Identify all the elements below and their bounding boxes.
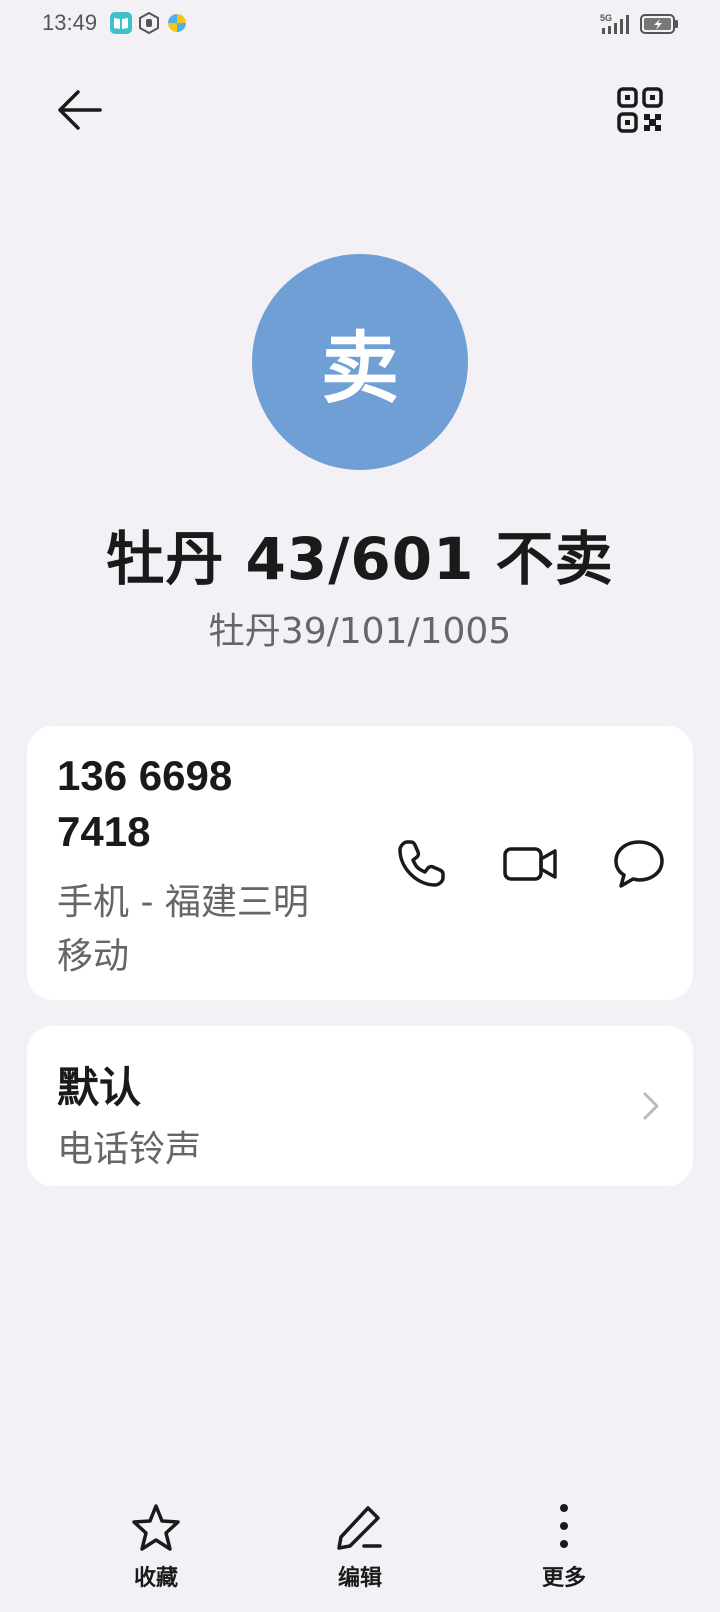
signal-icon: 5G bbox=[600, 12, 634, 40]
network-type: 5G bbox=[600, 13, 612, 23]
favorite-label: 收藏 bbox=[133, 1566, 178, 1591]
phone-number-line2: 7418 bbox=[57, 808, 151, 855]
avatar[interactable]: 卖 bbox=[252, 254, 468, 470]
hand-stop-icon bbox=[138, 12, 160, 34]
back-button[interactable] bbox=[52, 82, 108, 138]
contact-subtitle: 牡丹39/101/1005 bbox=[208, 611, 512, 652]
video-call-button[interactable] bbox=[501, 834, 561, 894]
status-system-icons: 5G bbox=[600, 12, 680, 40]
arrow-left-icon bbox=[58, 90, 102, 130]
phone-type-label: 手机 - 福建三明 移动 bbox=[57, 876, 367, 984]
ringtone-value: 默认 bbox=[57, 1063, 142, 1112]
more-button[interactable]: 更多 bbox=[504, 1500, 624, 1592]
pencil-icon bbox=[337, 1506, 382, 1550]
status-notification-icons bbox=[110, 12, 188, 34]
phone-number[interactable]: 136 6698 7418 bbox=[57, 748, 357, 860]
phone-number-line1: 136 6698 bbox=[57, 752, 233, 799]
more-label: 更多 bbox=[541, 1566, 586, 1591]
message-icon bbox=[614, 840, 664, 888]
phone-number-card[interactable]: 136 6698 7418 手机 - 福建三明 移动 bbox=[27, 726, 693, 1000]
ringtone-card[interactable]: 默认 电话铃声 bbox=[27, 1026, 693, 1186]
phone-icon bbox=[398, 840, 445, 887]
edit-label: 编辑 bbox=[337, 1566, 382, 1591]
chevron-right-icon bbox=[643, 1092, 659, 1120]
book-app-icon bbox=[110, 12, 132, 34]
favorite-button[interactable]: 收藏 bbox=[96, 1500, 216, 1592]
status-bar: 13:49 5G bbox=[0, 0, 720, 48]
contact-name: 牡丹 43/601 不卖 bbox=[106, 525, 614, 593]
phone-type-line1: 手机 - 福建三明 bbox=[57, 882, 309, 923]
pinwheel-icon bbox=[166, 12, 188, 34]
qr-code-icon bbox=[617, 87, 663, 133]
edit-button[interactable]: 编辑 bbox=[300, 1500, 420, 1592]
more-vertical-icon bbox=[560, 1504, 568, 1548]
avatar-initial: 卖 bbox=[320, 324, 399, 414]
call-button[interactable] bbox=[391, 834, 451, 894]
qr-code-button[interactable] bbox=[612, 82, 668, 138]
battery-charging-icon bbox=[640, 13, 680, 39]
message-button[interactable] bbox=[609, 834, 669, 894]
ringtone-label: 电话铃声 bbox=[57, 1129, 202, 1170]
status-time: 13:49 bbox=[42, 10, 98, 35]
bottom-action-bar: 收藏 编辑 更多 bbox=[0, 1500, 720, 1612]
video-call-icon bbox=[503, 847, 557, 881]
star-icon bbox=[132, 1504, 180, 1551]
phone-type-line2: 移动 bbox=[57, 936, 130, 977]
